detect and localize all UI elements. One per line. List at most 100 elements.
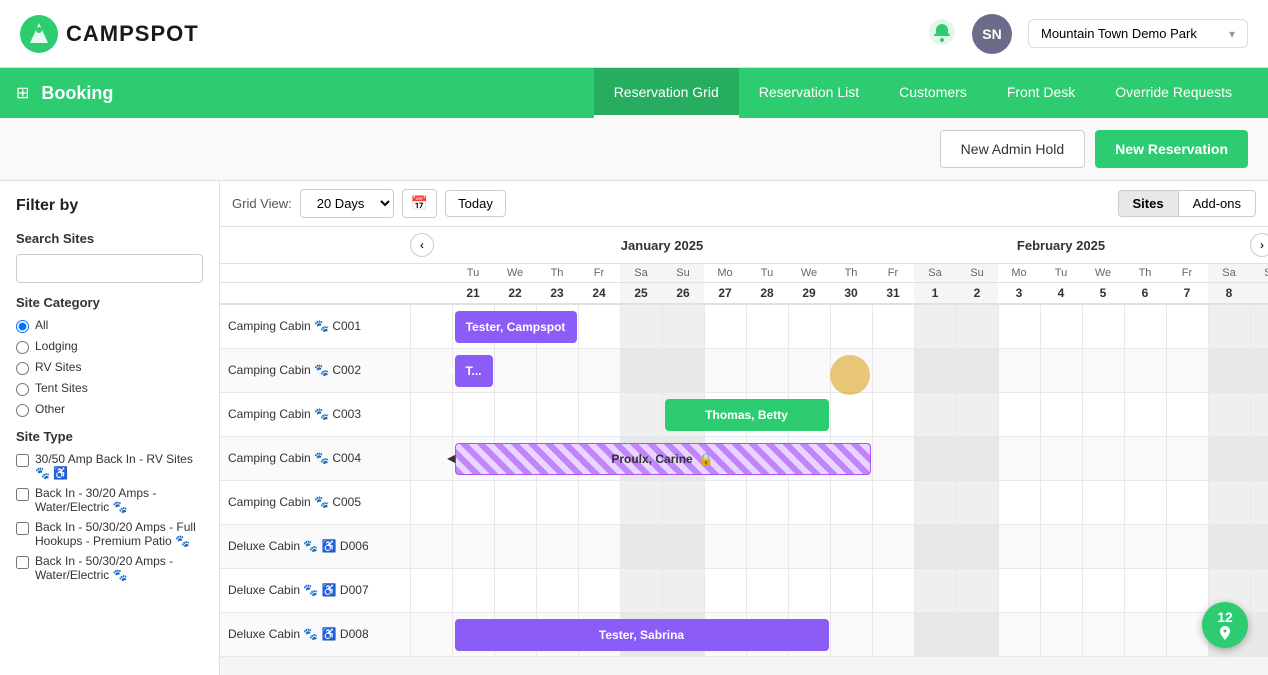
cell-C001-col17[interactable]	[1166, 304, 1208, 348]
cell-C003-col4[interactable]	[620, 392, 662, 436]
cell-C002-col17[interactable]	[1166, 348, 1208, 392]
cell-C002-col11[interactable]	[914, 348, 956, 392]
cell-D007-col1[interactable]	[494, 568, 536, 612]
cell-C003-col1[interactable]	[494, 392, 536, 436]
cell-C002-col2[interactable]	[536, 348, 578, 392]
cell-C005-col0[interactable]	[452, 480, 494, 524]
cell-D006-col8[interactable]	[788, 524, 830, 568]
cell-C003-col15[interactable]	[1082, 392, 1124, 436]
cell-C005-col19[interactable]	[1250, 480, 1268, 524]
cell-C004-col15[interactable]	[1082, 436, 1124, 480]
tab-override-requests[interactable]: Override Requests	[1095, 68, 1252, 118]
cell-C001-col12[interactable]	[956, 304, 998, 348]
cell-D007-col6[interactable]	[704, 568, 746, 612]
cell-D006-col17[interactable]	[1166, 524, 1208, 568]
cell-D007-col0[interactable]	[452, 568, 494, 612]
cell-D008-col16[interactable]	[1124, 612, 1166, 656]
reservation-C002-T[interactable]: T...◀	[455, 355, 493, 387]
cell-D008-col15[interactable]	[1082, 612, 1124, 656]
tab-reservation-grid[interactable]: Reservation Grid	[594, 68, 739, 118]
cell-C003-col12[interactable]	[956, 392, 998, 436]
cell-C005-col2[interactable]	[536, 480, 578, 524]
cell-C005-col3[interactable]	[578, 480, 620, 524]
cell-C003-col0[interactable]	[452, 392, 494, 436]
site-type-30-50-rv[interactable]: 30/50 Amp Back In - RV Sites 🐾 ♿	[16, 452, 203, 480]
today-button[interactable]: Today	[445, 190, 506, 217]
cell-C004-col0[interactable]: Proulx, Carine 🔒◀	[452, 436, 494, 480]
cell-D006-col4[interactable]	[620, 524, 662, 568]
cell-D008-col10[interactable]	[872, 612, 914, 656]
cell-C005-col9[interactable]	[830, 480, 872, 524]
cell-C005-col15[interactable]	[1082, 480, 1124, 524]
cell-C001-col4[interactable]	[620, 304, 662, 348]
new-admin-hold-button[interactable]: New Admin Hold	[940, 130, 1086, 168]
cell-C002-col0[interactable]: T...◀	[452, 348, 494, 392]
cell-C001-col6[interactable]	[704, 304, 746, 348]
cell-C005-col1[interactable]	[494, 480, 536, 524]
cell-C004-col14[interactable]	[1040, 436, 1082, 480]
cell-C002-col8[interactable]	[788, 348, 830, 392]
cell-D008-col13[interactable]	[998, 612, 1040, 656]
cell-C005-col5[interactable]	[662, 480, 704, 524]
cell-D007-col8[interactable]	[788, 568, 830, 612]
cell-D007-col9[interactable]	[830, 568, 872, 612]
addons-tab-button[interactable]: Add-ons	[1178, 190, 1256, 217]
cell-D006-col15[interactable]	[1082, 524, 1124, 568]
category-lodging[interactable]: Lodging	[16, 339, 203, 354]
cell-C003-col3[interactable]	[578, 392, 620, 436]
tab-customers[interactable]: Customers	[879, 68, 987, 118]
cell-D006-col1[interactable]	[494, 524, 536, 568]
cell-D007-col12[interactable]	[956, 568, 998, 612]
cell-D007-col17[interactable]	[1166, 568, 1208, 612]
category-all[interactable]: All	[16, 318, 203, 333]
cell-C001-col5[interactable]	[662, 304, 704, 348]
cell-D006-col19[interactable]	[1250, 524, 1268, 568]
cell-D007-col5[interactable]	[662, 568, 704, 612]
cell-D008-col11[interactable]	[914, 612, 956, 656]
reservation-C004-ProulxCarine[interactable]: Proulx, Carine 🔒◀	[455, 443, 871, 475]
cell-C005-col16[interactable]	[1124, 480, 1166, 524]
site-type-back-in-50-full[interactable]: Back In - 50/30/20 Amps - Full Hookups -…	[16, 520, 203, 548]
category-rv-sites[interactable]: RV Sites	[16, 360, 203, 375]
cell-C005-col7[interactable]	[746, 480, 788, 524]
cell-C001-col10[interactable]	[872, 304, 914, 348]
cell-D006-col7[interactable]	[746, 524, 788, 568]
cell-C001-col8[interactable]	[788, 304, 830, 348]
cell-C005-col8[interactable]	[788, 480, 830, 524]
cell-D007-col10[interactable]	[872, 568, 914, 612]
cell-C002-col12[interactable]	[956, 348, 998, 392]
site-type-back-in-30-20[interactable]: Back In - 30/20 Amps - Water/Electric 🐾	[16, 486, 203, 514]
cell-D008-col19[interactable]	[1250, 612, 1268, 656]
cell-C001-col11[interactable]	[914, 304, 956, 348]
cell-D006-col13[interactable]	[998, 524, 1040, 568]
cell-C004-col19[interactable]	[1250, 436, 1268, 480]
cell-C004-col17[interactable]	[1166, 436, 1208, 480]
cell-D007-col14[interactable]	[1040, 568, 1082, 612]
cell-C005-col4[interactable]	[620, 480, 662, 524]
cell-C005-col13[interactable]	[998, 480, 1040, 524]
cell-C001-col14[interactable]	[1040, 304, 1082, 348]
user-avatar[interactable]: SN	[972, 14, 1012, 54]
cell-C004-col10[interactable]	[872, 436, 914, 480]
cell-D008-col14[interactable]	[1040, 612, 1082, 656]
cell-D006-col10[interactable]	[872, 524, 914, 568]
cell-C002-col15[interactable]	[1082, 348, 1124, 392]
cell-C003-col10[interactable]	[872, 392, 914, 436]
next-arrow-button[interactable]: ›	[1250, 233, 1268, 257]
cell-C001-col9[interactable]	[830, 304, 872, 348]
cell-D006-col16[interactable]	[1124, 524, 1166, 568]
cell-D007-col16[interactable]	[1124, 568, 1166, 612]
cell-D006-col9[interactable]	[830, 524, 872, 568]
cell-C002-col1[interactable]	[494, 348, 536, 392]
cell-C001-col3[interactable]	[578, 304, 620, 348]
cell-C002-col18[interactable]	[1208, 348, 1250, 392]
cell-D007-col2[interactable]	[536, 568, 578, 612]
reservation-C001-TesterCampspot[interactable]: Tester, Campspot	[455, 311, 577, 343]
cell-C002-col3[interactable]	[578, 348, 620, 392]
park-selector[interactable]: Mountain Town Demo Park ▾	[1028, 19, 1248, 48]
cell-C003-col5[interactable]: Thomas, Betty	[662, 392, 704, 436]
category-other[interactable]: Other	[16, 402, 203, 417]
cell-C001-col13[interactable]	[998, 304, 1040, 348]
cell-D008-col12[interactable]	[956, 612, 998, 656]
cell-C004-col12[interactable]	[956, 436, 998, 480]
